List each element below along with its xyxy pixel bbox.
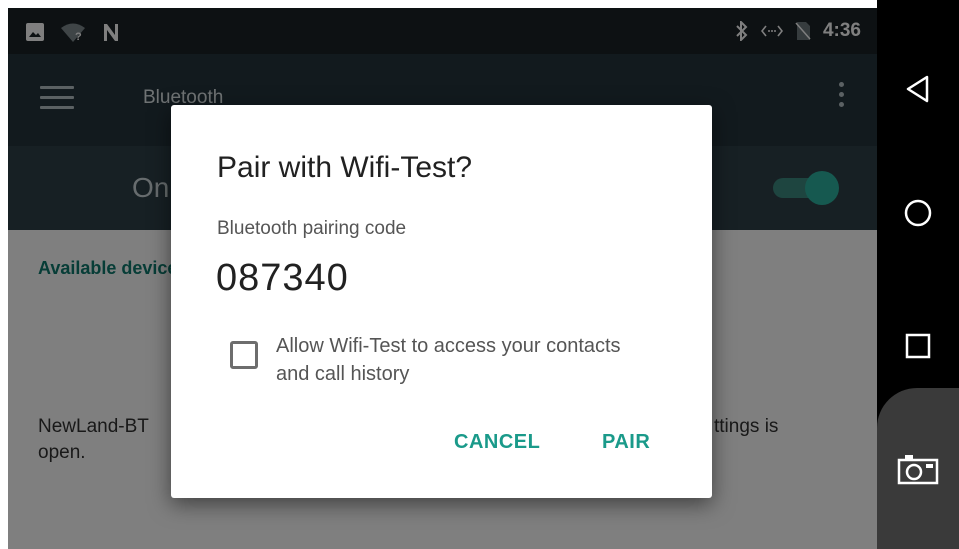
camera-tab[interactable] — [877, 388, 959, 549]
contacts-access-label[interactable]: Allow Wifi-Test to access your contacts … — [276, 332, 656, 388]
camera-icon[interactable] — [895, 450, 941, 488]
contacts-access-checkbox[interactable] — [230, 341, 258, 369]
pairing-code-label: Bluetooth pairing code — [217, 218, 407, 239]
pairing-code: 087340 — [216, 257, 349, 299]
cancel-button[interactable]: CANCEL — [454, 431, 540, 454]
device-screen: ? 4:36 Bluetooth On — [8, 8, 877, 549]
pair-button[interactable]: PAIR — [602, 431, 650, 454]
home-icon[interactable] — [899, 194, 937, 232]
recents-icon[interactable] — [899, 327, 937, 365]
navigation-bar — [877, 0, 959, 549]
back-icon[interactable] — [899, 70, 937, 108]
pairing-dialog: Pair with Wifi-Test? Bluetooth pairing c… — [171, 105, 712, 498]
dialog-title: Pair with Wifi-Test? — [217, 151, 473, 184]
